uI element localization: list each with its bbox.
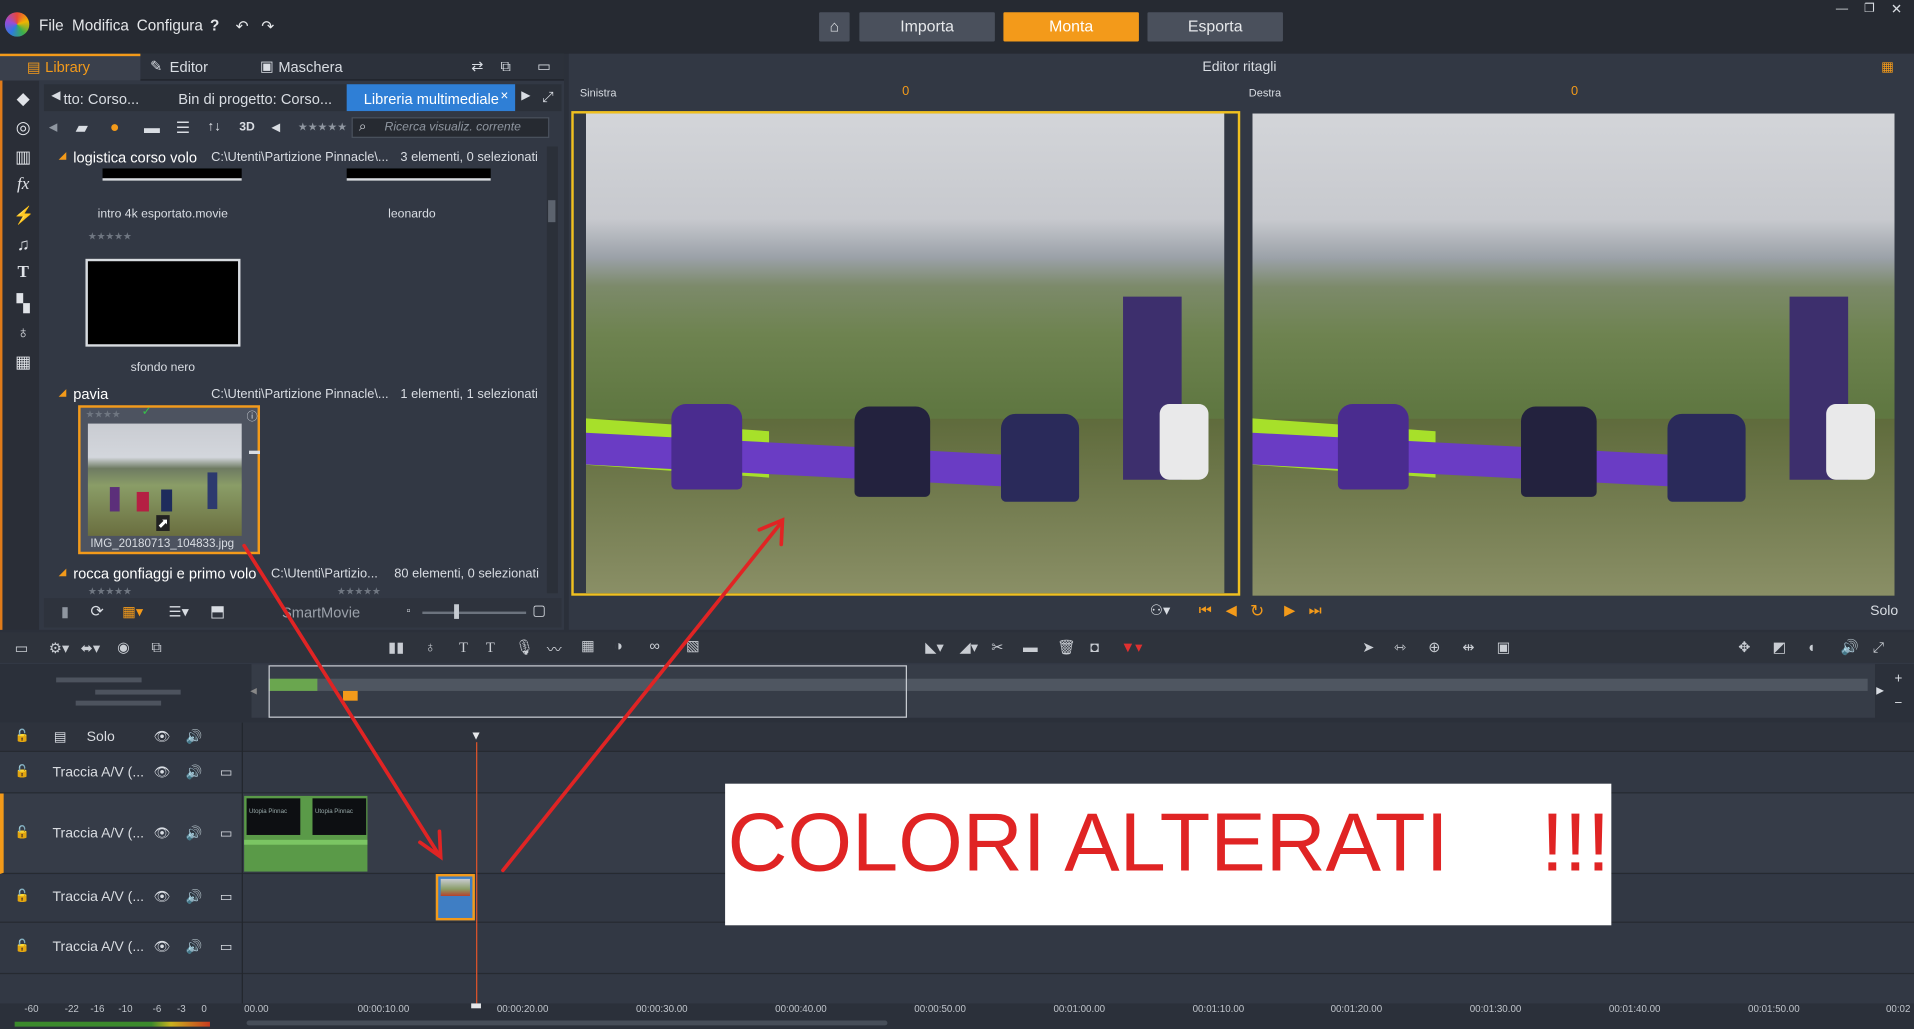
annotation-arrows xyxy=(242,517,785,873)
